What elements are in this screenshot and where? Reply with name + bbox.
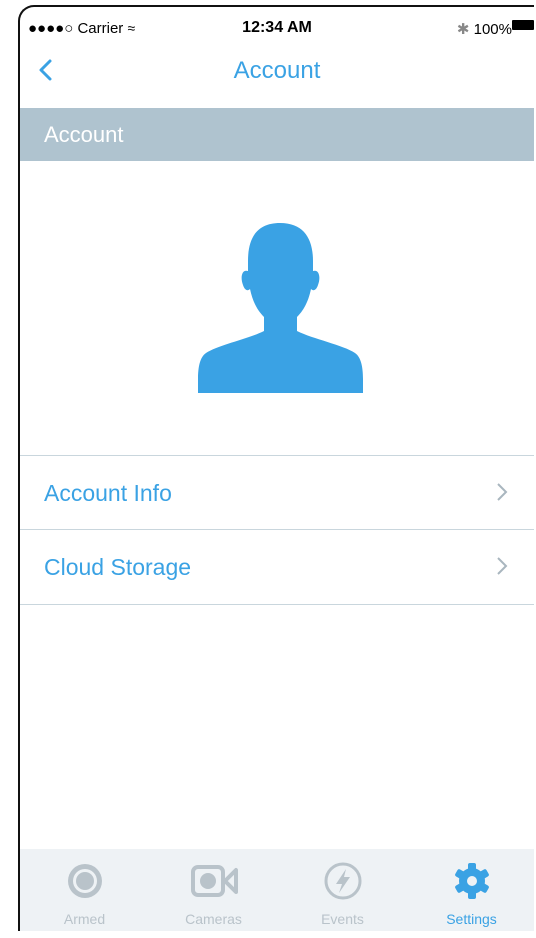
section-header-label: Account: [44, 122, 124, 147]
bluetooth-icon: ✱: [456, 21, 470, 38]
tab-settings[interactable]: Settings: [407, 849, 534, 931]
account-info-label: Account Info: [44, 480, 172, 506]
chevron-right-icon: [497, 557, 508, 575]
cloud-storage-row[interactable]: Cloud Storage: [20, 530, 534, 604]
user-silhouette-icon: [198, 223, 363, 393]
divider: [20, 604, 534, 605]
chevron-right-icon: [497, 483, 508, 501]
tab-cameras-label: Cameras: [185, 911, 242, 927]
tab-armed-label: Armed: [63, 911, 106, 927]
tab-armed[interactable]: Armed: [20, 849, 149, 931]
status-bar: ●●●●○ Carrier ≈ 12:34 AM ✱ 100%: [20, 7, 534, 45]
armed-icon: [67, 864, 102, 898]
tab-bar: Armed Cameras Events Settings: [20, 849, 534, 931]
battery-text: 100%: [473, 21, 512, 38]
account-info-row[interactable]: Account Info: [20, 456, 534, 530]
section-header: Account: [20, 108, 534, 161]
cloud-storage-label: Cloud Storage: [44, 554, 192, 580]
tab-cameras[interactable]: Cameras: [149, 849, 278, 931]
battery-icon: [512, 20, 534, 30]
navigation-bar: Account: [20, 45, 534, 105]
tab-events-label: Events: [321, 911, 364, 927]
camera-icon: [190, 865, 238, 897]
lightning-icon: [324, 862, 361, 900]
tab-settings-label: Settings: [446, 911, 497, 927]
phone-screen: ●●●●○ Carrier ≈ 12:34 AM ✱ 100% Account …: [18, 5, 534, 931]
page-title: Account: [233, 57, 321, 84]
tab-events[interactable]: Events: [278, 849, 407, 931]
battery-percent: ✱ 100%: [457, 20, 512, 38]
gear-icon: [454, 863, 489, 899]
